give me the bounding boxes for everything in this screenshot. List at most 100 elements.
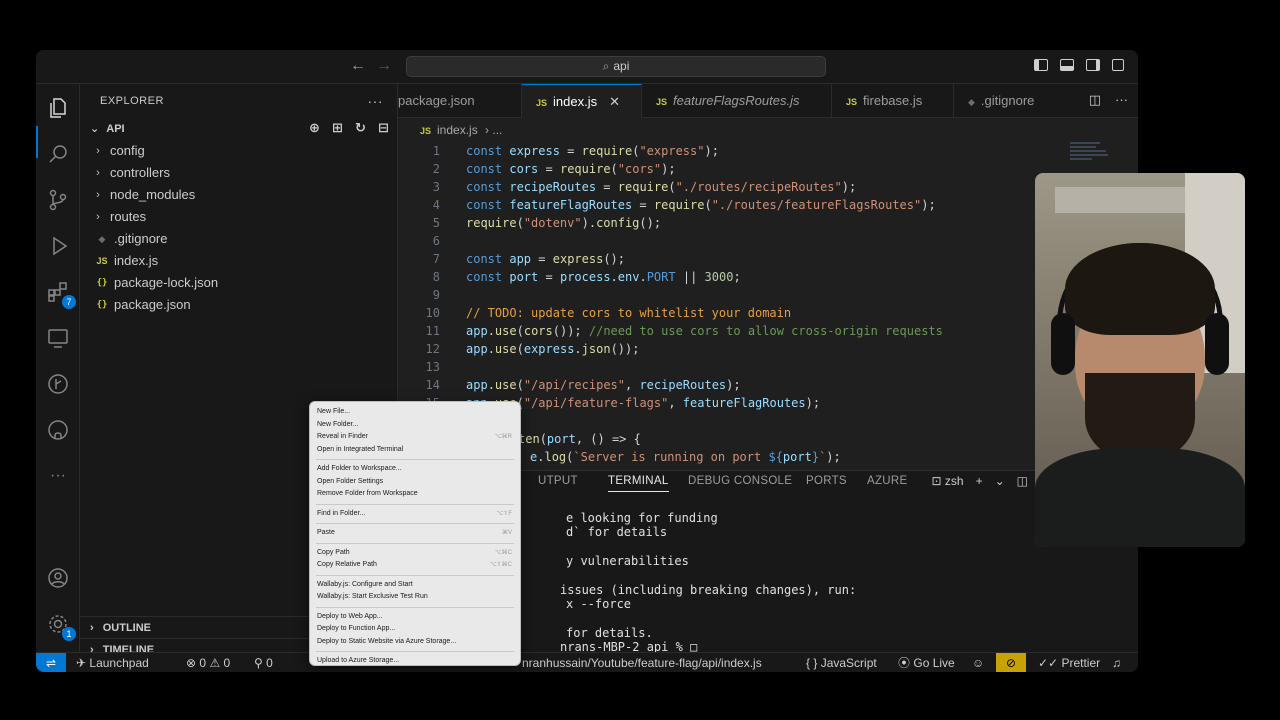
tab-index-js[interactable]: JS index.js ✕ (522, 84, 642, 118)
chevron-right-icon: › (90, 622, 94, 634)
collapse-all-icon[interactable]: ⊟ (376, 120, 391, 135)
shelf (1055, 187, 1185, 213)
vscode-window: ← → ⌕ api 7 ··· 1 EXPLORER ··· ⌄ API ⊕ ⊞… (36, 50, 1138, 672)
new-terminal-icon[interactable]: + (976, 474, 983, 488)
menu-item-new-folder[interactable]: New Folder... (310, 419, 520, 432)
tree-item-index-js[interactable]: JS index.js (80, 250, 397, 272)
menu-item-open-in-integrated-terminal[interactable]: Open in Integrated Terminal (310, 444, 520, 457)
remote-indicator-icon[interactable]: ⇌ (36, 653, 66, 672)
problems-item[interactable]: ⊗ 0 ⚠ 0 (186, 653, 230, 672)
menu-item-find-in-folder[interactable]: Find in Folder... ⌥⇧F (310, 508, 520, 521)
explorer-more-icon[interactable]: ··· (368, 84, 384, 118)
command-center-search[interactable]: ⌕ api (406, 56, 826, 77)
menu-item-wallaby-js-start-exclusive-test-run[interactable]: Wallaby.js: Start Exclusive Test Run (310, 591, 520, 604)
menu-separator (316, 574, 514, 576)
copilot-disabled-icon[interactable]: ⊘ (996, 653, 1026, 672)
tree-item-package-json[interactable]: {} package.json (80, 294, 397, 316)
title-bar: ← → ⌕ api (36, 50, 1138, 84)
tab-package-json[interactable]: package.json (398, 84, 522, 118)
menu-item-deploy-to-web-app[interactable]: Deploy to Web App... (310, 611, 520, 624)
tree-item-routes[interactable]: › routes (80, 206, 397, 228)
ports-item[interactable]: ⚲ 0 (254, 653, 273, 672)
tree-item-node-modules[interactable]: › node_modules (80, 184, 397, 206)
settings-badge: 1 (62, 627, 76, 641)
tab-featureflagsroutes-js[interactable]: JS featureFlagsRoutes.js (642, 84, 832, 118)
tab-output[interactable]: UTPUT (538, 475, 578, 487)
menu-item-remove-folder-from-workspace[interactable]: Remove Folder from Workspace (310, 488, 520, 501)
run-debug-icon[interactable] (44, 232, 72, 260)
github-icon[interactable] (44, 416, 72, 444)
copilot-icon[interactable]: ☺ (972, 653, 984, 672)
workspace-folder-api[interactable]: ⌄ API ⊕ ⊞ ↻ ⊟ (80, 118, 397, 140)
extensions-icon[interactable]: 7 (44, 278, 76, 309)
code-line: 1 const express = require("express"); (432, 144, 719, 158)
menu-item-paste[interactable]: Paste ⌘V (310, 527, 520, 540)
manage-gear-icon[interactable]: 1 (44, 610, 76, 641)
go-live-item[interactable]: ⦿ Go Live (898, 653, 955, 672)
forward-arrow-icon[interactable]: → (374, 56, 394, 76)
terminal-line: x --force (566, 597, 632, 611)
terminal-line: for details. (566, 626, 653, 640)
menu-item-deploy-to-function-app[interactable]: Deploy to Function App... (310, 623, 520, 636)
tab-gitignore[interactable]: ◆ .gitignore (954, 84, 1064, 118)
menu-item-copy-relative-path[interactable]: Copy Relative Path ⌥⇧⌘C (310, 559, 520, 572)
tab-firebase-js[interactable]: JS firebase.js (832, 84, 954, 118)
tree-item-gitignore[interactable]: ◆ .gitignore (80, 228, 397, 250)
new-file-icon[interactable]: ⊕ (307, 120, 322, 135)
terminal-shell-selector[interactable]: ⊡ zsh (931, 474, 963, 488)
menu-item-deploy-to-static-website-via-azure-storage[interactable]: Deploy to Static Website via Azure Stora… (310, 636, 520, 649)
activity-bar: 7 ··· 1 (36, 84, 80, 652)
back-arrow-icon[interactable]: ← (348, 56, 368, 76)
menu-item-reveal-in-finder[interactable]: Reveal in Finder ⌥⌘R (310, 431, 520, 444)
toggle-secondary-sidebar-icon[interactable] (1086, 59, 1100, 71)
tree-item-package-lock-json[interactable]: {} package-lock.json (80, 272, 397, 294)
refresh-icon[interactable]: ↻ (353, 120, 368, 135)
git-graph-icon[interactable] (44, 370, 72, 398)
toggle-primary-sidebar-icon[interactable] (1034, 59, 1048, 71)
headphone-right (1205, 313, 1229, 375)
person-hair (1065, 243, 1215, 335)
split-terminal-icon[interactable]: ◫ (1017, 474, 1028, 488)
search-view-icon[interactable] (44, 140, 72, 168)
chevron-down-icon[interactable]: ⌄ (995, 474, 1005, 488)
accounts-icon[interactable] (44, 564, 72, 592)
json-file-icon: {} (96, 278, 108, 288)
source-control-icon[interactable] (44, 186, 72, 214)
tab-azure[interactable]: AZURE (867, 475, 907, 487)
more-views-icon[interactable]: ··· (44, 462, 72, 490)
minimap[interactable] (1070, 142, 1110, 172)
remote-explorer-icon[interactable] (44, 324, 72, 352)
tab-ports[interactable]: PORTS (806, 475, 847, 487)
prettier-item[interactable]: ✓✓ Prettier (1038, 653, 1100, 672)
rocket-icon: ✈ (76, 656, 87, 670)
notifications-bell-icon[interactable]: ♫ (1112, 653, 1121, 672)
split-editor-icon[interactable]: ◫ (1089, 92, 1101, 108)
check-double-icon: ✓✓ (1038, 656, 1059, 670)
menu-item-add-folder-to-workspace[interactable]: Add Folder to Workspace... (310, 463, 520, 476)
code-line: 12 app.use(express.json()); (425, 342, 640, 356)
close-tab-icon[interactable]: ✕ (609, 94, 620, 109)
menu-item-upload-to-azure-storage[interactable]: Upload to Azure Storage... (310, 655, 520, 668)
customize-layout-icon[interactable] (1112, 59, 1124, 71)
broadcast-icon: ⦿ (898, 656, 911, 670)
new-folder-icon[interactable]: ⊞ (330, 120, 345, 135)
menu-item-new-file[interactable]: New File... (310, 406, 520, 419)
tree-item-controllers[interactable]: › controllers (80, 162, 397, 184)
js-file-icon: JS (96, 256, 108, 266)
language-mode[interactable]: { } JavaScript (806, 653, 877, 672)
toggle-panel-icon[interactable] (1060, 59, 1074, 71)
chevron-down-icon: ⌄ (90, 123, 100, 135)
menu-item-copy-path[interactable]: Copy Path ⌥⌘C (310, 547, 520, 560)
code-line: 14 app.use("/api/recipes", recipeRoutes); (425, 378, 741, 392)
menu-item-open-folder-settings[interactable]: Open Folder Settings (310, 476, 520, 489)
tab-debug-console[interactable]: DEBUG CONSOLE (688, 475, 792, 487)
menu-item-wallaby-js-configure-and-start[interactable]: Wallaby.js: Configure and Start (310, 579, 520, 592)
tab-terminal[interactable]: TERMINAL (608, 475, 669, 492)
tree-item-config[interactable]: › config (80, 140, 397, 162)
terminal-line: issues (including breaking changes), run… (560, 583, 857, 597)
breadcrumb: JS index.js › ... (398, 118, 1138, 142)
launchpad-item[interactable]: ✈ Launchpad (76, 653, 149, 672)
explorer-icon[interactable] (44, 94, 72, 122)
menu-separator (316, 503, 514, 505)
editor-more-icon[interactable]: ··· (1115, 92, 1128, 108)
